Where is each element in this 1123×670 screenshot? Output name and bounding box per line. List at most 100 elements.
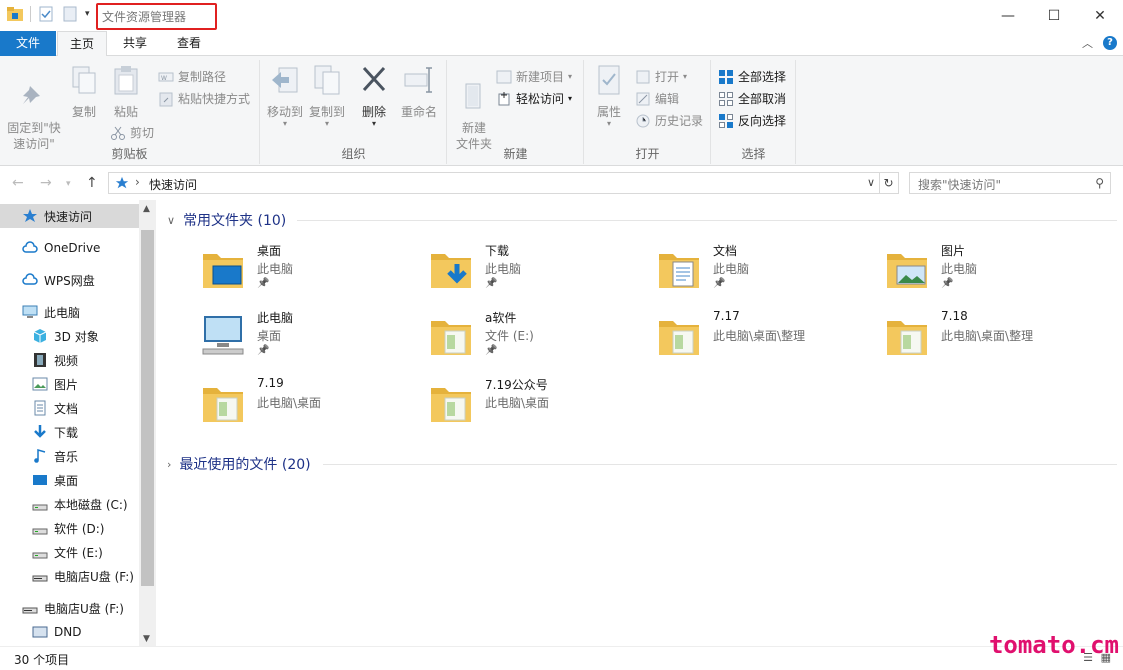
nav-item[interactable]: 音乐 [0, 444, 139, 468]
folder-tile[interactable]: 文档 此电脑 📌 [653, 240, 879, 302]
copy-path-label: 复制路径 [178, 70, 227, 84]
folder-name: 文档 [713, 244, 738, 258]
recent-locations-icon[interactable]: ▾ [66, 179, 71, 189]
folder-tile[interactable]: 7.19公众号 此电脑\桌面 [425, 374, 651, 436]
scroll-down-icon[interactable]: ▼ [143, 634, 150, 644]
cut-label: 剪切 [130, 126, 155, 140]
easy-access-button[interactable]: 轻松访问 ▾ [496, 90, 572, 107]
nav-scrollbar[interactable]: ▲ ▼ [139, 200, 156, 646]
folder-tile[interactable]: 图片 此电脑 📌 [881, 240, 1107, 302]
group-label-clipboard: 剪贴板 [111, 147, 148, 161]
tab-share[interactable]: 共享 [110, 31, 160, 56]
invert-selection-button[interactable]: 反向选择 [718, 112, 786, 129]
select-all-label: 全部选择 [738, 70, 787, 84]
move-to-dropdown-icon: ▾ [282, 119, 287, 128]
rename-button[interactable]: 重命名 [397, 64, 441, 120]
nav-item[interactable]: 此电脑 [0, 300, 139, 324]
edit-button[interactable]: 编辑 [635, 90, 679, 107]
copy-to-button[interactable]: 复制到 ▾ [307, 64, 347, 128]
nav-item[interactable]: 下载 [0, 420, 139, 444]
nav-item-label: DND [54, 625, 82, 639]
delete-button[interactable]: 删除 ▾ [357, 64, 391, 128]
cloud-icon [22, 273, 38, 285]
folder-tile[interactable]: 7.18 此电脑\桌面\整理 [881, 307, 1107, 369]
search-box[interactable]: 搜索"快速访问" ⚲ [909, 172, 1111, 194]
tab-file[interactable]: 文件 [0, 31, 56, 56]
properties-button[interactable]: 属性 ▾ [591, 64, 627, 128]
scroll-up-icon[interactable]: ▲ [143, 204, 150, 214]
nav-item-label: 软件 (D:) [54, 521, 105, 536]
collapse-chevron-icon[interactable]: ∨ [167, 214, 175, 227]
forward-arrow-icon[interactable]: → [40, 175, 52, 191]
refresh-button[interactable]: ↻ [879, 172, 899, 194]
invert-selection-label: 反向选择 [738, 114, 787, 128]
close-button[interactable]: ✕ [1077, 0, 1123, 31]
ribbon-tabs: 文件 主页 共享 查看 ︿ ? [0, 31, 1123, 57]
select-none-button[interactable]: 全部取消 [718, 90, 786, 107]
new-folder-qat-icon[interactable] [61, 5, 79, 23]
nav-item[interactable]: DND [0, 620, 139, 644]
minimize-button[interactable]: — [985, 0, 1031, 31]
help-icon[interactable]: ? [1103, 36, 1117, 50]
recent-files-header[interactable]: › 最近使用的文件 (20) [167, 454, 311, 474]
collapse-ribbon-icon[interactable]: ︿ [1082, 35, 1093, 51]
select-all-button[interactable]: 全部选择 [718, 68, 786, 85]
tab-home[interactable]: 主页 [57, 31, 107, 57]
folder-name: 7.19公众号 [485, 378, 548, 392]
copy-path-button[interactable]: W 复制路径 [158, 68, 226, 85]
nav-item[interactable]: 桌面 [0, 468, 139, 492]
new-item-button[interactable]: 新建项目 ▾ [496, 68, 572, 85]
copy-path-icon: W [158, 72, 174, 82]
nav-item-label: 电脑店U盘 (F:) [44, 601, 124, 616]
copy-to-dropdown-icon: ▾ [324, 119, 329, 128]
up-arrow-icon[interactable]: ↑ [86, 175, 98, 191]
new-folder-button[interactable]: 新建 文件夹 [452, 64, 496, 152]
frequent-folders-header[interactable]: ∨ 常用文件夹 (10) [167, 210, 286, 230]
explorer-folder-icon[interactable] [6, 5, 24, 23]
nav-item[interactable]: 文档 [0, 396, 139, 420]
paste-label: 粘贴 [113, 105, 138, 119]
expand-chevron-icon[interactable]: › [167, 458, 171, 471]
breadcrumb-quick-access[interactable]: 快速访问 [149, 176, 197, 193]
paste-shortcut-button[interactable]: 粘贴快捷方式 [158, 90, 250, 107]
nav-item[interactable]: 电脑店U盘 (F:) [0, 564, 139, 588]
nav-item[interactable]: 3D 对象 [0, 324, 139, 348]
back-arrow-icon[interactable]: ← [12, 175, 24, 191]
qat-dropdown-icon[interactable]: ▾ [85, 9, 90, 19]
group-label-new: 新建 [503, 147, 528, 161]
nav-item[interactable]: OneDrive [0, 236, 139, 260]
move-to-button[interactable]: 移动到 ▾ [265, 64, 305, 128]
maximize-button[interactable]: ☐ [1031, 0, 1077, 31]
history-button[interactable]: 历史记录 [635, 112, 703, 129]
folder-tile[interactable]: a软件 文件 (E:) 📌 [425, 307, 651, 369]
address-dropdown-icon[interactable]: ∨ [867, 176, 875, 189]
delete-x-icon [362, 66, 386, 92]
folder-location: 此电脑 [257, 262, 294, 276]
invert-selection-icon [719, 113, 733, 128]
folder-tile[interactable]: 此电脑 桌面 📌 [197, 307, 423, 369]
nav-item[interactable]: 文件 (E:) [0, 540, 139, 564]
folder-tile[interactable]: 桌面 此电脑 📌 [197, 240, 423, 302]
pinned-icon: 📌 [257, 345, 270, 356]
paste-button[interactable]: 粘贴 [108, 64, 144, 120]
copy-to-label: 复制到 [308, 105, 345, 119]
nav-scrollbar-thumb[interactable] [141, 230, 154, 586]
nav-item[interactable]: 快速访问 [0, 204, 139, 228]
pin-quick-access-button[interactable]: 固定到"快 速访问" [6, 64, 62, 152]
nav-item[interactable]: 本地磁盘 (C:) [0, 492, 139, 516]
tab-view[interactable]: 查看 [164, 31, 214, 56]
folder-tile[interactable]: 7.19 此电脑\桌面 [197, 374, 423, 436]
cut-button[interactable]: 剪切 [110, 124, 154, 141]
open-button[interactable]: 打开 ▾ [635, 68, 687, 85]
address-bar[interactable]: › 快速访问 ∨ [108, 172, 880, 194]
nav-item[interactable]: 图片 [0, 372, 139, 396]
folder-tile[interactable]: 下载 此电脑 📌 [425, 240, 651, 302]
nav-item[interactable]: 电脑店U盘 (F:) [0, 596, 139, 620]
copy-button[interactable]: 复制 [66, 64, 102, 120]
breadcrumb-separator-icon[interactable]: › [135, 175, 140, 189]
folder-tile[interactable]: 7.17 此电脑\桌面\整理 [653, 307, 879, 369]
nav-item[interactable]: 软件 (D:) [0, 516, 139, 540]
nav-item[interactable]: 视频 [0, 348, 139, 372]
properties-check-icon[interactable] [37, 5, 55, 23]
nav-item[interactable]: WPS网盘 [0, 268, 139, 292]
